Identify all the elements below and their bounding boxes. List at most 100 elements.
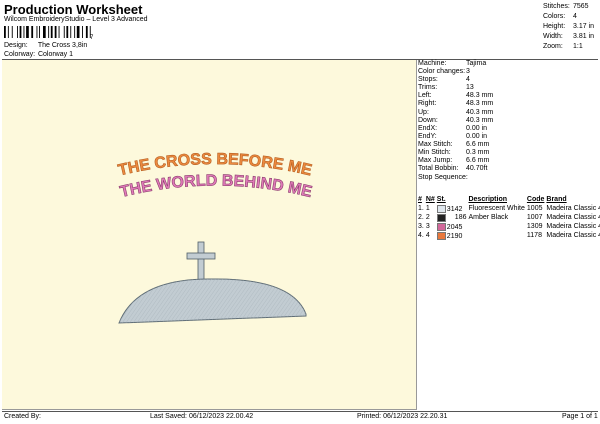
info-label: Color changes:: [418, 68, 466, 76]
info-row: Color changes:3: [418, 68, 598, 76]
hill-shape: [118, 278, 307, 324]
info-value: 3: [466, 68, 470, 76]
footer-divider: [2, 411, 598, 412]
table-row: 3. 3 2045 1309 Madeira Classic 40: [418, 222, 600, 231]
table-row: 1. 1 3142 Fluorescent White 1005 Madeira…: [418, 204, 600, 213]
info-row: Up: 40.3 mm: [418, 109, 598, 117]
design-preview: THE CROSS BEFORE ME THE WORLD BEHIND ME: [116, 151, 314, 324]
barcode-bar: [74, 26, 76, 38]
design-canvas: THE CROSS BEFORE ME THE WORLD BEHIND ME: [2, 60, 417, 410]
stitch-count: 186: [454, 214, 467, 222]
printed-label: Printed:: [357, 413, 382, 420]
col-header: N#: [425, 196, 435, 203]
thread-brand: Madeira Classic 40: [546, 223, 600, 230]
barcode-bar: [76, 26, 80, 38]
col-header: Description: [468, 196, 507, 203]
barcode-bar: [70, 26, 72, 38]
stat-label: Height:: [543, 23, 566, 30]
stat-row: Stitches: 7565: [543, 2, 594, 12]
thread-brand: Madeira Classic 40: [546, 214, 600, 221]
stat-value: 4: [573, 13, 577, 20]
thread-code: 1007: [526, 214, 543, 221]
stitch-count: 3142: [446, 205, 463, 213]
barcode-bar: [63, 26, 65, 38]
color-swatch: [436, 222, 446, 231]
stat-value: 3.81 in: [573, 33, 595, 40]
thread-description: [468, 231, 526, 240]
created-by: Created By:: [4, 413, 41, 420]
barcode-bar: [50, 26, 53, 38]
printed: Printed: 06/12/2023 22.20.31: [357, 413, 447, 420]
barcode-bar: [17, 26, 18, 38]
barcode-bar: [85, 26, 88, 38]
thread-description: Amber Black: [468, 214, 509, 221]
page-number: Page 1 of 1: [562, 413, 598, 420]
info-label: Stops:: [418, 76, 438, 84]
col-header: #: [418, 196, 422, 203]
stat-label: Width:: [543, 33, 563, 40]
info-row: Max Stitch: 6.6 mm: [418, 141, 598, 149]
stat-value: 3.17 in: [573, 23, 595, 30]
info-row: Left: 48.3 mm: [418, 92, 598, 100]
barcode-bar: [36, 26, 38, 38]
info-value: 40.3 mm: [466, 108, 494, 116]
stat-row: Width: 3.81 in: [543, 32, 594, 42]
stat-value: 7565: [573, 3, 589, 10]
barcode-bar: [48, 26, 50, 38]
stitch-count: 2045: [446, 223, 463, 231]
barcode-bar: [43, 26, 46, 38]
stitch-count: 2190: [446, 232, 463, 240]
stats-box: Stitches: 7565 Colors: 4 Height: 3.17 in Wi…: [543, 2, 594, 52]
info-value: Tajima: [466, 60, 487, 67]
col-header: Code: [526, 196, 545, 203]
info-row: Min Stitch: 0.3 mm: [418, 149, 598, 157]
barcode: [4, 26, 91, 38]
table-header-row: # N# St. Description Code Brand: [418, 195, 600, 204]
needle-num: 4: [425, 232, 430, 239]
info-label: EndY:: [418, 132, 437, 140]
barcode-bar: [39, 26, 40, 38]
info-label: Max Jump:: [418, 157, 453, 165]
info-label: Down:: [418, 116, 438, 124]
info-label: EndX:: [418, 124, 438, 132]
info-value: 0.3 mm: [466, 149, 490, 157]
last-saved-value: 06/12/2023 22.00.42: [188, 413, 254, 420]
info-row: Down: 40.3 mm: [418, 117, 598, 125]
info-value: 0.00 in: [466, 124, 488, 132]
table-row: 4. 4 2190 1178 Madeira Classic 40: [418, 231, 600, 240]
design-text-line2: THE WORLD BEHIND ME: [118, 172, 313, 201]
color-swatch: [436, 204, 446, 213]
barcode-bar: [19, 26, 22, 38]
colorway-value: Colorway 1: [37, 51, 73, 58]
info-label: Total Bobbin:: [418, 165, 459, 173]
printed-value: 06/12/2023 22.20.31: [383, 413, 448, 420]
barcode-bar: [11, 26, 13, 38]
col-header: Brand: [546, 196, 567, 203]
info-value: 40.70ft: [466, 165, 488, 173]
info-value: 40.3 mm: [466, 116, 494, 124]
colorway-row: Colorway: Colorway 1: [4, 51, 73, 58]
thread-description: [468, 222, 526, 231]
info-value: 48.3 mm: [466, 92, 494, 100]
stop-num: 4.: [418, 232, 424, 239]
thread-description: Fluorescent White: [468, 205, 525, 212]
info-row: Total Bobbin: 40.70ft: [418, 165, 598, 173]
stop-sequence-table: # N# St. Description Code Brand 1. 1 314…: [418, 195, 600, 240]
stitch-cell: 2190: [436, 231, 469, 240]
info-row: Trims: 13: [418, 84, 598, 92]
stitch-cell: 2045: [436, 222, 469, 231]
machine-info: Machine: Tajima Color changes:3 Stops: 4 T…: [418, 60, 598, 182]
info-row: Max Jump: 6.6 mm: [418, 157, 598, 165]
info-row: Machine: Tajima: [418, 60, 598, 68]
stat-label: Stitches:: [543, 3, 570, 10]
barcode-bar: [58, 26, 60, 38]
needle-num: 1: [425, 205, 430, 212]
thread-code: 1309: [526, 223, 543, 230]
stop-num: 1.: [418, 205, 424, 212]
color-swatch: [436, 231, 446, 240]
design-label: Design:: [4, 42, 28, 49]
info-value: 0.00 in: [466, 132, 488, 140]
barcode-number: 7: [90, 35, 94, 41]
info-label: Left:: [418, 92, 432, 100]
table-row: 2. 2 186 Amber Black 1007 Madeira Classi…: [418, 213, 600, 222]
